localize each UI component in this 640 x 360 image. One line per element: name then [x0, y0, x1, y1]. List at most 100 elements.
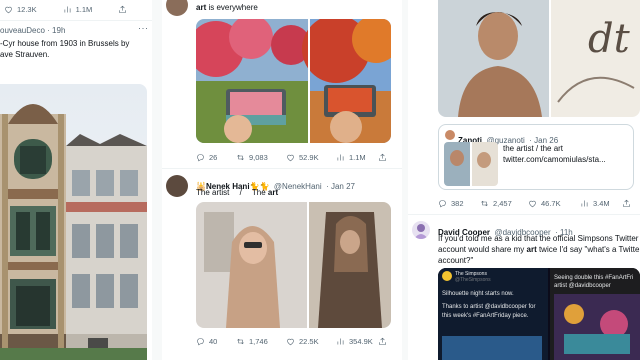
tweet-text-highlight: art: [196, 3, 207, 12]
tweet-text-highlight: art: [267, 188, 279, 197]
share-icon: [379, 153, 386, 161]
views-button[interactable]: 354.9K: [336, 337, 378, 346]
like-count: 52.9K: [299, 153, 319, 162]
quoted-tweet-text: the artist / the art twitter.com/camomiu…: [503, 143, 606, 165]
embedded-text-line: this week's #FanArtFriday piece.: [442, 313, 529, 319]
retweet-button[interactable]: 1,746: [236, 337, 286, 346]
like-count: 12.3K: [17, 5, 37, 14]
house-photo[interactable]: [0, 84, 147, 360]
embedded-account-handle: @TheSimpsons: [455, 277, 491, 283]
views-button[interactable]: 3.4M: [580, 199, 622, 208]
embedded-text: Seeing double this #FanArtFri artist @da…: [554, 274, 633, 290]
heart-icon: [287, 338, 294, 346]
tweet-text: The artist / The art: [196, 187, 278, 198]
like-count: 22.5K: [299, 337, 319, 346]
like-button[interactable]: 22.5K: [286, 337, 336, 346]
views-count: 3.4M: [593, 199, 610, 208]
reply-count: 40: [209, 337, 218, 346]
embedded-art: [442, 336, 542, 360]
avatar[interactable]: [445, 130, 455, 140]
embedded-account: The Simpsons @TheSimpsons: [455, 271, 491, 283]
share-icon: [623, 199, 630, 207]
tweet-text-line: -Cyr house from 1903 in Brussels by: [0, 39, 130, 48]
views-count: 1.1M: [75, 5, 93, 14]
avatar[interactable]: [166, 175, 188, 197]
reply-icon: [439, 200, 446, 208]
retweet-count: 9,083: [249, 153, 268, 162]
heart-icon: [5, 6, 12, 14]
author-handle[interactable]: @NenekHani: [274, 182, 322, 191]
tweet-media[interactable]: [196, 19, 391, 143]
tweet-actions: 26 9,083 52.9K 1.1M: [196, 153, 387, 162]
reply-icon: [197, 154, 204, 162]
embedded-text-line: artist @davidbcooper: [554, 283, 611, 289]
embedded-text-line: Seeing double this #FanArtFri: [554, 275, 634, 281]
tweet-text-line: account would share my art twice I'd say…: [438, 244, 640, 255]
tweet-time[interactable]: · 19h: [47, 26, 65, 35]
tweet-actions: 382 2,457 46.7K 3.4M: [438, 199, 631, 208]
like-button[interactable]: 12.3K: [4, 5, 37, 14]
views-count: 1.1M: [349, 153, 366, 162]
tweet-text: art is everywhere: [196, 2, 258, 13]
author-name[interactable]: ouveauDeco: [0, 26, 45, 35]
like-count: 46.7K: [541, 199, 561, 208]
views-button[interactable]: 1.1M: [63, 5, 93, 14]
embedded-text-line: Thanks to artist @davidbcooper for: [442, 304, 536, 310]
tweet-media[interactable]: [196, 202, 391, 328]
reply-count: 26: [209, 153, 218, 162]
tweet-text-highlight: art: [526, 245, 537, 254]
tweet-media[interactable]: dt: [438, 0, 640, 117]
embedded-text: Silhouette night starts now. Thanks to a…: [442, 290, 535, 321]
embedded-text-line: Silhouette night starts now.: [442, 291, 514, 297]
avatar[interactable]: [166, 0, 188, 16]
share-button[interactable]: [378, 337, 387, 346]
views-icon: [337, 338, 344, 345]
reply-button[interactable]: 40: [196, 337, 236, 346]
tweet-text-part: account would share my: [438, 245, 527, 254]
tweet-actions: 40 1,746 22.5K 354.9K: [196, 337, 387, 346]
retweet-button[interactable]: 2,457: [480, 199, 528, 208]
tweet-text: If you'd told me as a kid that the offic…: [438, 233, 640, 266]
tweet-media[interactable]: The Simpsons @TheSimpsons Silhouette nig…: [438, 268, 640, 360]
share-icon: [119, 5, 127, 13]
feed-column-left: 12.3K 1.1M ouveauDeco · 19h ··· -Cyr hou…: [0, 0, 152, 360]
retweet-icon: [237, 338, 244, 345]
retweet-count: 1,746: [249, 337, 268, 346]
feed-column-middle: art is everywhere 26 9,083 52.9K 1.1M 🕌N…: [162, 0, 402, 360]
reply-button[interactable]: 26: [196, 153, 236, 162]
avatar[interactable]: [412, 221, 430, 239]
reply-icon: [197, 338, 204, 346]
tweet-time[interactable]: · Jan 27: [326, 182, 355, 191]
tweet-text-rest: is everywhere: [206, 3, 258, 12]
like-button[interactable]: 46.7K: [528, 199, 580, 208]
svg-text:dt: dt: [588, 16, 631, 62]
tweet-text-part: The artist: [196, 188, 230, 197]
divider: [408, 214, 640, 215]
tweet-text-line: ave Strauven.: [0, 50, 50, 59]
share-button[interactable]: [378, 153, 387, 162]
feed-column-right: dt Zanoti @guzanoti · Jan 26 the artist …: [408, 0, 640, 360]
tweet-actions: 12.3K 1.1M: [4, 5, 127, 14]
views-icon: [64, 6, 71, 13]
share-button[interactable]: [622, 199, 631, 208]
share-button[interactable]: [118, 5, 127, 14]
more-icon[interactable]: ···: [138, 23, 149, 33]
heart-icon: [529, 200, 536, 208]
simpsons-avatar: [442, 271, 452, 281]
divider: [0, 20, 152, 21]
divider: [162, 168, 402, 169]
embedded-art: [554, 294, 640, 360]
retweet-button[interactable]: 9,083: [236, 153, 286, 162]
tweet-text-line: If you'd told me as a kid that the offic…: [438, 234, 639, 243]
like-button[interactable]: 52.9K: [286, 153, 336, 162]
reply-button[interactable]: 382: [438, 199, 480, 208]
retweet-icon: [237, 154, 244, 161]
tweet-text: -Cyr house from 1903 in Brussels by ave …: [0, 38, 150, 60]
quoted-tweet-thumbnail[interactable]: [444, 142, 498, 186]
views-button[interactable]: 1.1M: [336, 153, 378, 162]
views-icon: [581, 200, 588, 207]
share-icon: [379, 337, 386, 345]
tweet-text-part: The: [251, 188, 268, 197]
retweet-count: 2,457: [493, 199, 512, 208]
quoted-link[interactable]: twitter.com/camomiulas/sta...: [503, 154, 606, 165]
